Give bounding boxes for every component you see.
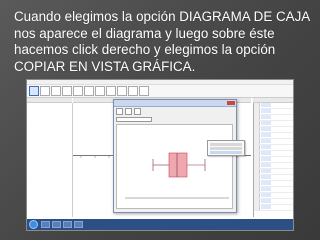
table-row (254, 205, 293, 211)
reflect-tool-icon[interactable] (117, 86, 127, 96)
circle-tool-icon[interactable] (84, 86, 94, 96)
box-plot-dialog[interactable] (113, 99, 237, 213)
conic-tool-icon[interactable] (95, 86, 105, 96)
close-icon[interactable] (227, 101, 235, 105)
line-tool-icon[interactable] (51, 86, 61, 96)
point-tool-icon[interactable] (40, 86, 50, 96)
slide-background: Cuando elegimos la opción DIAGRAMA DE CA… (0, 0, 320, 240)
taskbar-app-icon[interactable] (52, 221, 61, 228)
taskbar-app-icon[interactable] (74, 221, 83, 228)
windows-start-icon[interactable] (29, 220, 38, 229)
caption-line-3: hacemos click derecho y elegimos la opci… (14, 42, 276, 57)
zoom-tool-icon[interactable] (139, 86, 149, 96)
taskbar-app-icon[interactable] (41, 221, 50, 228)
plot-type-dropdown[interactable] (116, 117, 152, 122)
slide-caption: Cuando elegimos la opción DIAGRAMA DE CA… (14, 9, 314, 75)
taskbar-app-icon[interactable] (63, 221, 72, 228)
context-menu (207, 140, 245, 156)
options-icon[interactable] (125, 108, 132, 115)
caption-line-1: Cuando elegimos la opción DIAGRAMA DE CA… (14, 9, 311, 24)
algebra-view[interactable] (27, 103, 73, 217)
windows-taskbar (27, 219, 293, 230)
caption-line-2: nos aparece el diagrama y luego sobre és… (14, 25, 275, 41)
context-menu-item[interactable] (210, 143, 242, 146)
copy-to-graphics-view-item[interactable] (210, 151, 242, 154)
box-rect (168, 152, 188, 178)
geogebra-screenshot (26, 79, 294, 231)
box-plot-area[interactable] (116, 124, 233, 209)
polygon-tool-icon[interactable] (73, 86, 83, 96)
slider-tool-icon[interactable] (128, 86, 138, 96)
toolbar (27, 85, 293, 98)
export-icon[interactable] (134, 108, 141, 115)
context-menu-item[interactable] (210, 147, 242, 150)
perpendicular-tool-icon[interactable] (62, 86, 72, 96)
caption-line-4: COPIAR EN VISTA GRÁFICA. (14, 58, 196, 74)
chart-type-icon[interactable] (116, 108, 123, 115)
box-plot-svg (125, 152, 229, 199)
dialog-toolbar (116, 108, 234, 115)
move-tool-icon[interactable] (29, 86, 39, 96)
angle-tool-icon[interactable] (106, 86, 116, 96)
spreadsheet-view[interactable] (253, 103, 293, 217)
dialog-title-bar[interactable] (114, 100, 236, 107)
